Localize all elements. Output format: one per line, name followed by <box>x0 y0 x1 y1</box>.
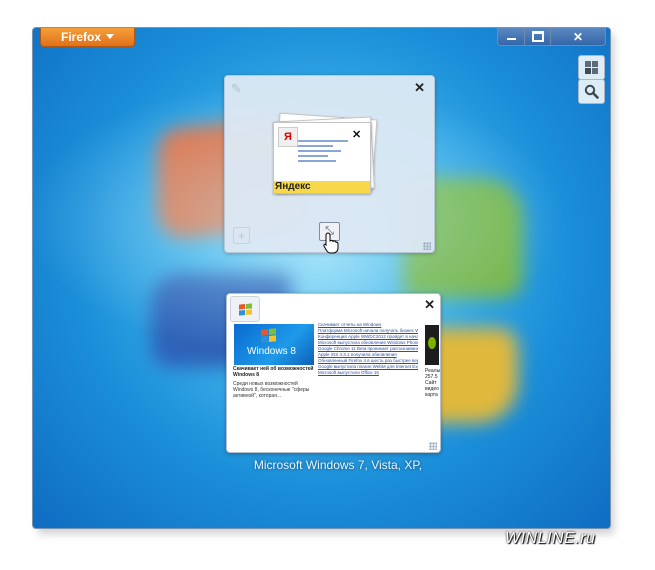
tab-thumbnail-front: Я ✕ Яндекс <box>273 122 371 194</box>
search-button[interactable] <box>578 79 605 104</box>
news-item: Microsoft выпустила Office 15 <box>318 370 379 375</box>
ad-text: Реалы 257.5 Сайт видео карта <box>425 368 441 398</box>
sidebar-ad: Реалы 257.5 Сайт видео карта <box>423 322 441 412</box>
tab-groups-icon <box>585 61 598 74</box>
close-icon: ✕ <box>572 29 584 44</box>
search-icon <box>584 84 599 99</box>
resize-handle-icon[interactable] <box>423 242 431 250</box>
page-text-lines <box>298 137 348 162</box>
stacked-tab-thumbnails[interactable]: Я ✕ Яндекс <box>273 112 378 194</box>
news-list: Скачивает отчеты на Windows Платформа Mi… <box>318 322 418 376</box>
window-controls: ✕ <box>497 28 606 46</box>
firefox-panorama-window: Firefox ✕ ✎ ✕ Я ✕ Яндекс + ⤡ ✕ Windows 8… <box>32 27 611 529</box>
nvidia-logo-icon <box>425 325 439 365</box>
article-headline: Скачивает ней об возможностей Windows 8 <box>233 366 314 378</box>
yandex-label: Яндекс <box>275 181 311 192</box>
image-caption: Windows 8 <box>247 346 296 357</box>
new-tab-button[interactable]: + <box>233 227 250 244</box>
hand-cursor-icon <box>323 232 339 254</box>
tab-close-icon: ✕ <box>352 129 362 141</box>
windows-favicon-icon <box>230 296 260 322</box>
firefox-menu-button[interactable]: Firefox <box>40 28 135 47</box>
tab-thumbnail[interactable]: ✕ Windows 8 Скачивает ней об возможносте… <box>226 293 441 453</box>
windows-logo-icon <box>261 328 276 343</box>
minimize-button[interactable] <box>497 28 525 46</box>
pencil-icon[interactable]: ✎ <box>231 81 242 97</box>
tab-group[interactable]: ✎ ✕ Я ✕ Яндекс + ⤡ <box>224 75 435 253</box>
close-button[interactable]: ✕ <box>551 28 606 46</box>
firefox-menu-label: Firefox <box>60 29 101 44</box>
resize-handle-icon[interactable] <box>429 442 437 450</box>
dropdown-caret-icon <box>106 34 114 39</box>
yandex-logo-icon: Я <box>278 127 298 147</box>
watermark: WINLINE.ru <box>505 530 596 547</box>
windows8-image: Windows 8 <box>234 324 314 365</box>
minimize-icon <box>506 38 516 40</box>
maximize-button[interactable] <box>525 28 551 46</box>
tab-title: Microsoft Windows 7, Vista, XP, <box>253 458 423 472</box>
tab-groups-button[interactable] <box>578 55 605 80</box>
group-close-button[interactable]: ✕ <box>414 80 425 96</box>
tab-close-button[interactable]: ✕ <box>424 297 435 313</box>
maximize-icon <box>531 31 544 42</box>
article-summary: Среди новых возможностей Windows 8, беск… <box>233 381 310 399</box>
